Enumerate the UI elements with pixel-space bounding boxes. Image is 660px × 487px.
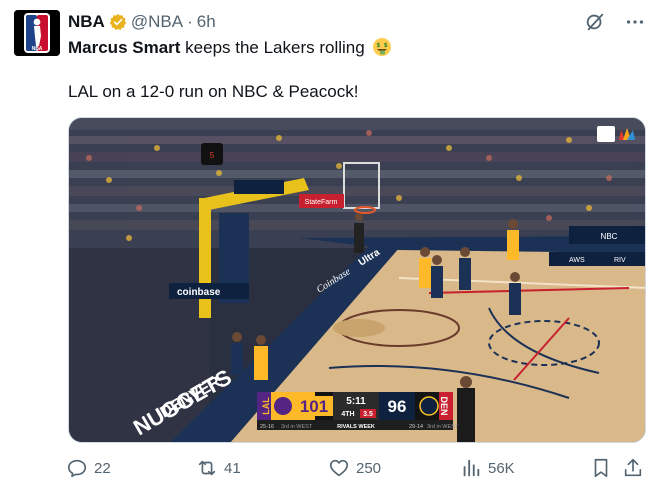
tweet-actions: 22 41 250 56K [66,455,646,481]
views-button[interactable]: 56K [460,457,515,479]
reply-icon [67,459,87,478]
away-conf: 3rd in WEST [281,424,313,430]
repost-icon [198,460,216,476]
ad-coinbase: coinbase [177,287,221,298]
reply-count: 22 [94,459,111,477]
meta-separator: · [187,12,193,31]
share-button[interactable] [622,457,644,479]
ad-riv: RIV [614,257,626,264]
away-abbr: LAL [261,397,271,415]
bookmark-button[interactable] [590,457,612,479]
player-name: Marcus Smart [68,38,181,57]
like-button[interactable]: 250 [328,457,381,479]
game-clock: 5:11 [346,396,366,407]
more-icon[interactable] [624,11,646,33]
shot-clock: 3.5 [363,411,373,418]
share-icon [624,458,642,477]
tweet-text-line-1: Marcus Smart keeps the Lakers rolling $ … [68,36,392,60]
views-icon [463,459,480,477]
tweet-time[interactable]: 6h [197,12,216,32]
ad-nbc: NBC [601,232,618,241]
tweet-header: NBA @NBA · 6h [68,10,646,34]
views-count: 56K [488,459,515,477]
grok-icon[interactable] [584,11,606,33]
scorebug: LAL 101 5:11 4TH 3.5 96 DEN 25-16 3rd in… [257,392,459,430]
ad-aws: AWS [569,257,585,264]
avatar[interactable]: NBA [14,10,60,56]
rivals-week-label: RIVALS WEEK [337,424,375,430]
away-record: 25-16 [260,424,274,430]
repost-count: 41 [224,459,241,477]
money-face-emoji-icon: $ $ [373,38,392,56]
period: 4TH [341,411,354,418]
nba-logo-icon: NBA [14,10,60,56]
tweet-text-line-2: LAL on a 12-0 run on NBC & Peacock! [68,82,359,101]
reply-button[interactable]: 22 [66,457,111,479]
svg-text:$: $ [384,42,388,49]
bookmark-icon [594,458,608,478]
home-score: 96 [388,397,407,416]
home-conf: 3rd in WEST [427,424,459,430]
avatar-text: NBA [32,46,43,52]
author-name[interactable]: NBA [68,12,105,32]
author-handle[interactable]: @NBA [131,12,183,32]
tweet-media-video[interactable]: StateFarm NBC AWS RIV coinbase Coinbase … [68,117,646,443]
home-record: 29-14 [409,424,423,430]
repost-button[interactable]: 41 [196,457,241,479]
away-score: 101 [300,397,328,416]
like-icon [329,459,349,477]
svg-text:5: 5 [210,151,215,160]
headline-rest: keeps the Lakers rolling [180,38,365,57]
basketball-game-frame: StateFarm NBC AWS RIV coinbase Coinbase … [69,118,645,442]
verified-badge-icon [109,13,127,31]
svg-text:$: $ [377,42,381,49]
ad-statefarm: StateFarm [305,199,338,206]
like-count: 250 [356,459,382,477]
home-abbr: DEN [439,396,449,415]
